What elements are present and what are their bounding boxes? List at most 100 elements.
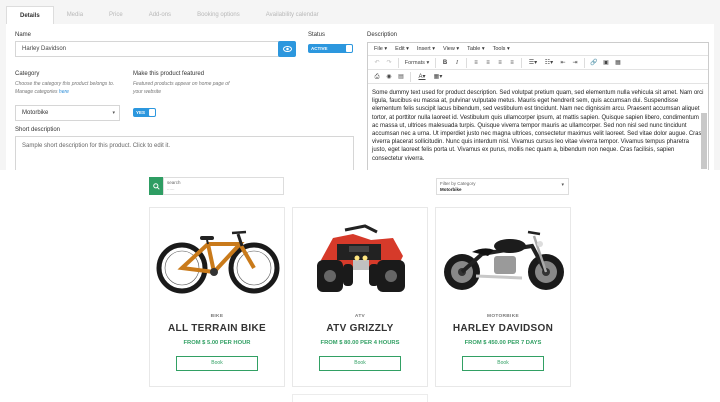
- tab-availability-calendar[interactable]: Availability calendar: [253, 6, 332, 24]
- name-input[interactable]: Harley Davidson: [15, 41, 285, 57]
- atv-quad-image: [317, 224, 405, 292]
- search-placeholder: ......: [167, 186, 175, 191]
- category-filter-select[interactable]: Filter by Category Motorbike ▾: [436, 178, 569, 195]
- preview-button[interactable]: [278, 41, 296, 57]
- book-button[interactable]: Book: [462, 356, 544, 371]
- name-label: Name: [15, 32, 32, 38]
- menu-view[interactable]: View ▾: [439, 46, 463, 52]
- divider: [521, 57, 522, 68]
- short-description-label: Short description: [15, 127, 61, 133]
- search-icon: [152, 182, 160, 190]
- product-category: ATV: [354, 314, 366, 319]
- category-select-value: Motorbike: [22, 110, 49, 116]
- menu-tools[interactable]: Tools ▾: [489, 46, 514, 52]
- menu-file[interactable]: File ▾: [370, 46, 391, 52]
- tab-booking-options[interactable]: Booking options: [184, 6, 253, 24]
- status-toggle[interactable]: ACTIVE: [308, 44, 353, 53]
- align-justify-icon[interactable]: ≡: [506, 56, 518, 70]
- indent-icon[interactable]: ⇥: [569, 56, 581, 70]
- details-pane: Name Harley Davidson Status ACTIVE Categ…: [6, 24, 714, 170]
- category-help-line2: Manage categories: [15, 89, 59, 95]
- menu-table[interactable]: Table ▾: [463, 46, 488, 52]
- product-name[interactable]: ATV GRIZZLY: [293, 323, 427, 334]
- category-help: Choose the category this product belongs…: [15, 80, 114, 96]
- print-icon[interactable]: ⎙: [371, 70, 383, 84]
- featured-help-line2: your website: [133, 89, 162, 95]
- editor-toolbar-2: ⎙ ◉ ▤ A▾ ▦▾: [368, 70, 708, 84]
- divider: [398, 57, 399, 68]
- media-icon[interactable]: ▦: [612, 56, 624, 70]
- search-input[interactable]: search ......: [163, 177, 284, 195]
- featured-help: Featured products appear on home page of…: [133, 80, 229, 96]
- search-label: search: [167, 180, 181, 185]
- featured-toggle-text: YES: [136, 110, 146, 115]
- product-price: FROM $ 80.00 PER 4 HOURS: [320, 340, 400, 346]
- media-embed-icon[interactable]: ▤: [395, 70, 407, 84]
- toggle-knob: [346, 45, 352, 52]
- status-toggle-text: ACTIVE: [311, 46, 328, 51]
- product-card[interactable]: BIKE ALL TERRAIN BIKE FROM $ 5.00 PER HO…: [149, 207, 285, 387]
- tab-add-ons[interactable]: Add-ons: [136, 6, 184, 24]
- redo-icon[interactable]: ↷: [383, 56, 395, 70]
- editor-content[interactable]: Some dummy text used for product descrip…: [368, 84, 708, 170]
- preview-icon[interactable]: ◉: [383, 70, 395, 84]
- divider: [584, 57, 585, 68]
- product-price: FROM $ 5.00 PER HOUR: [183, 340, 251, 346]
- align-right-icon[interactable]: ≡: [494, 56, 506, 70]
- formats-label: Formats: [404, 59, 425, 66]
- toggle-knob: [149, 109, 155, 116]
- status-label: Status: [308, 32, 326, 38]
- bullet-list-icon[interactable]: ☰▾: [525, 56, 541, 70]
- product-card[interactable]: ATV ATV GRIZZLY FROM $ 80.00 PER 4 HOURS…: [292, 207, 428, 387]
- undo-icon[interactable]: ↶: [371, 56, 383, 70]
- tab-details[interactable]: Details: [6, 6, 54, 24]
- book-button[interactable]: Book: [176, 356, 258, 371]
- menu-tools-label: Tools: [492, 46, 506, 52]
- background-color-icon[interactable]: ▦▾: [430, 70, 446, 84]
- category-label: Category: [15, 71, 40, 77]
- product-price: FROM $ 450.00 PER 7 DAYS: [464, 340, 542, 346]
- featured-label: Make this product featured: [133, 71, 205, 77]
- product-card-partial: [292, 394, 428, 402]
- outdent-icon[interactable]: ⇤: [557, 56, 569, 70]
- featured-toggle[interactable]: YES: [133, 108, 156, 117]
- product-name[interactable]: ALL TERRAIN BIKE: [150, 323, 284, 334]
- description-label: Description: [367, 32, 398, 38]
- product-card[interactable]: MOTORBIKE HARLEY DAVIDSON FROM $ 450.00 …: [435, 207, 571, 387]
- formats-dropdown[interactable]: Formats ▾: [402, 56, 432, 70]
- chevron-down-icon: ▾: [561, 182, 564, 188]
- filter-value: Motorbike: [440, 187, 462, 192]
- divider: [435, 57, 436, 68]
- link-icon[interactable]: 🔗: [588, 56, 600, 70]
- book-button[interactable]: Book: [319, 356, 401, 371]
- manage-categories-link[interactable]: here: [59, 89, 69, 95]
- numbered-list-icon[interactable]: ☷▾: [541, 56, 557, 70]
- tab-media[interactable]: Media: [54, 6, 96, 24]
- chevron-down-icon: ▾: [112, 110, 115, 116]
- text-color-icon[interactable]: A▾: [414, 70, 430, 84]
- tab-price[interactable]: Price: [96, 6, 136, 24]
- category-help-line1: Choose the category this product belongs…: [15, 81, 115, 87]
- bold-icon[interactable]: B: [439, 56, 451, 70]
- product-category: BIKE: [210, 314, 224, 319]
- align-center-icon[interactable]: ≡: [482, 56, 494, 70]
- menu-table-label: Table: [467, 46, 481, 52]
- divider: [410, 71, 411, 82]
- editor-scrollbar[interactable]: [701, 113, 707, 169]
- menu-insert[interactable]: Insert ▾: [413, 46, 439, 52]
- italic-icon[interactable]: I: [451, 56, 463, 70]
- menu-view-label: View: [443, 46, 455, 52]
- category-select[interactable]: Motorbike ▾: [15, 105, 120, 121]
- storefront: search ...... Filter by Category Motorbi…: [0, 170, 720, 402]
- align-left-icon[interactable]: ≡: [470, 56, 482, 70]
- filter-label: Filter by Category: [440, 181, 476, 186]
- menu-insert-label: Insert: [416, 46, 431, 52]
- mountain-bike-image: [156, 230, 280, 294]
- editor-toolbar-1: ↶ ↷ Formats ▾ B I ≡ ≡ ≡ ≡ ☰▾ ☷▾ ⇤ ⇥ 🔗 ▣: [368, 56, 708, 70]
- menu-edit[interactable]: Edit ▾: [391, 46, 413, 52]
- product-name[interactable]: HARLEY DAVIDSON: [436, 323, 570, 334]
- image-icon[interactable]: ▣: [600, 56, 612, 70]
- search-button[interactable]: [149, 177, 163, 195]
- short-description-textarea[interactable]: Sample short description for this produc…: [15, 136, 354, 170]
- eye-icon: [282, 46, 292, 52]
